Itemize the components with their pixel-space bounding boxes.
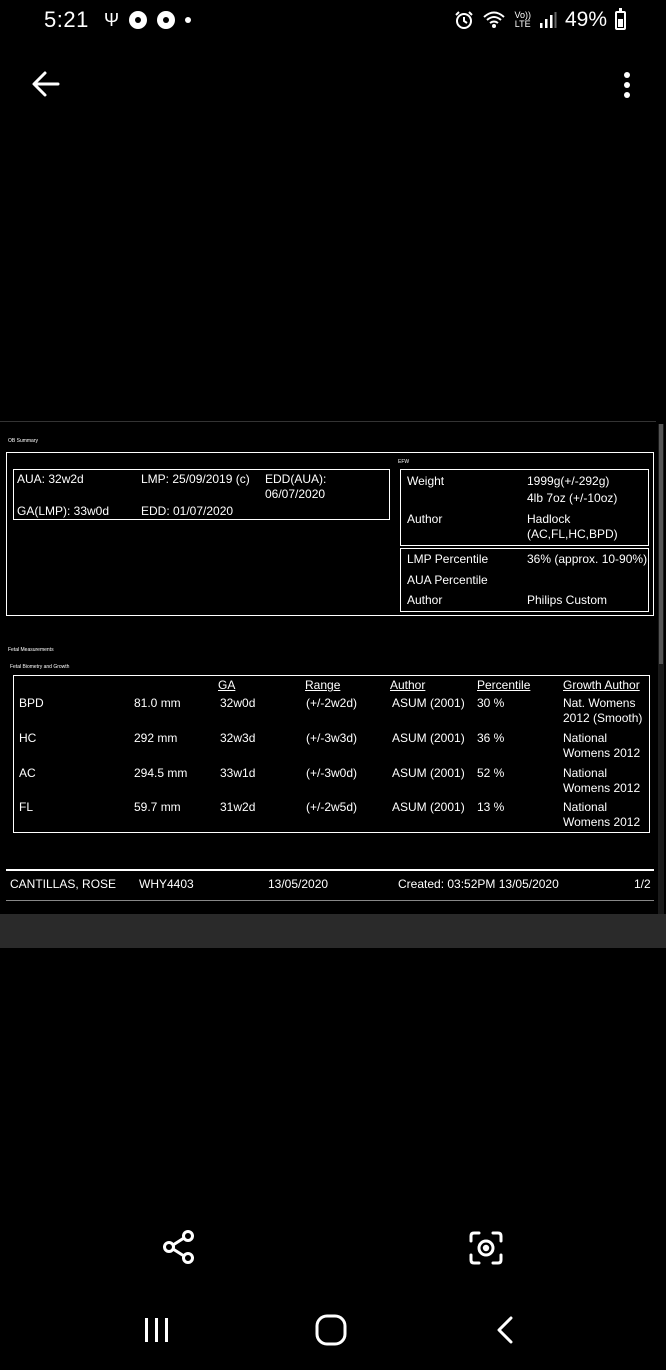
row-range: (+/-3w0d) bbox=[306, 766, 358, 780]
row-range: (+/-2w5d) bbox=[306, 800, 358, 814]
row-growth-line2: Womens 2012 bbox=[563, 815, 641, 829]
weight-value-lb: 4lb 7oz (+/-10oz) bbox=[527, 491, 618, 505]
row-range: (+/-3w3d) bbox=[306, 731, 358, 745]
row-author: ASUM (2001) bbox=[392, 696, 465, 710]
row-growth-line2: 2012 (Smooth) bbox=[563, 711, 643, 725]
created-timestamp: Created: 03:52PM 13/05/2020 bbox=[398, 877, 559, 891]
edd-aua-label: EDD(AUA): bbox=[265, 472, 327, 486]
system-icons: Vo)) LTE 49% bbox=[454, 7, 626, 32]
lmp-text: LMP: 25/09/2019 (c) bbox=[141, 472, 250, 486]
aua-percentile-label: AUA Percentile bbox=[407, 573, 488, 587]
row-range: (+/-2w2d) bbox=[306, 696, 358, 710]
row-percentile: 36 % bbox=[477, 731, 505, 745]
page-number: 1/2 bbox=[634, 877, 651, 891]
ob-summary-title: OB Summary bbox=[8, 438, 39, 444]
chrome-icon bbox=[157, 11, 176, 29]
battery-icon bbox=[615, 7, 626, 30]
footer-divider-top bbox=[6, 869, 654, 871]
row-value: 294.5 mm bbox=[134, 766, 188, 780]
col-ga: GA bbox=[218, 678, 236, 692]
row-ga: 32w3d bbox=[220, 731, 256, 745]
row-growth-line1: Nat. Womens bbox=[563, 696, 636, 710]
report-top-edge bbox=[0, 421, 656, 422]
status-bar: 5:21 Ψ Vo)) LTE 49% bbox=[0, 0, 666, 42]
row-author: ASUM (2001) bbox=[392, 766, 465, 780]
row-percentile: 52 % bbox=[477, 766, 505, 780]
row-growth-line2: Womens 2012 bbox=[563, 746, 641, 760]
nav-back-icon[interactable] bbox=[494, 1310, 516, 1350]
edd-aua-value: 06/07/2020 bbox=[265, 487, 326, 501]
pct-author-value: Philips Custom bbox=[527, 593, 608, 607]
col-growth-author: Growth Author bbox=[563, 678, 640, 692]
efw-author-formula: (AC,FL,HC,BPD) bbox=[527, 527, 618, 541]
fetal-measurements-title: Fetal Measurements bbox=[8, 647, 54, 653]
row-author: ASUM (2001) bbox=[392, 731, 465, 745]
report-bottom-margin bbox=[0, 914, 666, 948]
row-value: 59.7 mm bbox=[134, 800, 181, 814]
col-range: Range bbox=[305, 678, 341, 692]
row-name: FL bbox=[19, 800, 34, 814]
usb-icon: Ψ bbox=[104, 10, 120, 30]
aua-text: AUA: 32w2d bbox=[17, 472, 84, 486]
row-percentile: 30 % bbox=[477, 696, 505, 710]
home-icon[interactable] bbox=[314, 1310, 348, 1350]
row-ga: 31w2d bbox=[220, 800, 256, 814]
share-icon[interactable] bbox=[162, 1229, 196, 1265]
row-percentile: 13 % bbox=[477, 800, 505, 814]
efw-title: EFW bbox=[398, 459, 410, 465]
col-percentile: Percentile bbox=[477, 678, 531, 692]
lmp-percentile-value: 36% (approx. 10-90%) bbox=[527, 552, 648, 566]
row-name: AC bbox=[19, 766, 36, 780]
volte-line2: LTE bbox=[514, 19, 531, 29]
status-time: 5:21 bbox=[44, 7, 89, 32]
footer-divider-bottom bbox=[6, 900, 654, 901]
weight-label: Weight bbox=[407, 474, 445, 488]
wifi-icon bbox=[483, 11, 506, 28]
efw-author-label: Author bbox=[407, 512, 443, 526]
row-growth-line1: National bbox=[563, 800, 608, 814]
recents-icon[interactable] bbox=[143, 1310, 171, 1350]
patient-id: WHY4403 bbox=[139, 877, 194, 891]
chrome-icon bbox=[129, 11, 148, 29]
row-name: BPD bbox=[19, 696, 44, 710]
pct-author-label: Author bbox=[407, 593, 443, 607]
lmp-percentile-label: LMP Percentile bbox=[407, 552, 489, 566]
efw-author-value: Hadlock bbox=[527, 512, 571, 526]
notification-icons: Ψ bbox=[104, 9, 192, 31]
exam-date: 13/05/2020 bbox=[268, 877, 329, 891]
report-scrollbar-thumb[interactable] bbox=[659, 424, 663, 664]
row-ga: 32w0d bbox=[220, 696, 256, 710]
row-value: 81.0 mm bbox=[134, 696, 181, 710]
alarm-icon bbox=[455, 11, 474, 29]
row-growth-line1: National bbox=[563, 731, 608, 745]
row-growth-line1: National bbox=[563, 766, 608, 780]
edd-text: EDD: 01/07/2020 bbox=[141, 504, 234, 518]
row-growth-line2: Womens 2012 bbox=[563, 781, 641, 795]
back-arrow-icon[interactable] bbox=[30, 68, 62, 100]
patient-name: CANTILLAS, ROSE bbox=[10, 877, 117, 891]
col-author: Author bbox=[390, 678, 426, 692]
lens-scan-icon[interactable] bbox=[468, 1230, 504, 1266]
row-value: 292 mm bbox=[134, 731, 178, 745]
ga-lmp-text: GA(LMP): 33w0d bbox=[17, 504, 110, 518]
row-name: HC bbox=[19, 731, 37, 745]
row-author: ASUM (2001) bbox=[392, 800, 465, 814]
more-notifications-icon bbox=[185, 17, 192, 23]
more-vertical-icon[interactable] bbox=[620, 70, 634, 100]
fetal-biometry-title: Fetal Biometry and Growth bbox=[10, 664, 70, 670]
weight-value-g: 1999g(+/-292g) bbox=[527, 474, 610, 488]
row-ga: 33w1d bbox=[220, 766, 256, 780]
volte-indicator: Vo)) LTE bbox=[514, 11, 531, 29]
battery-percent: 49% bbox=[564, 8, 607, 31]
signal-icon bbox=[539, 12, 557, 28]
